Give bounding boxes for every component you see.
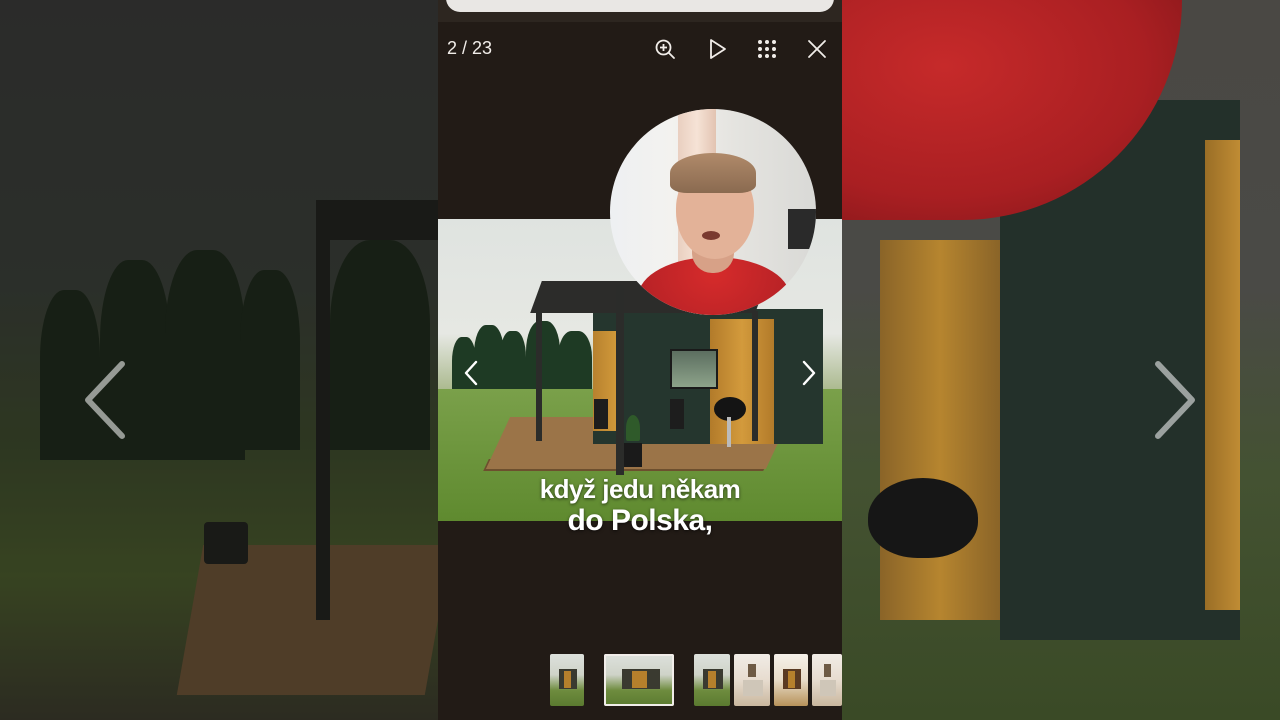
thumbnail-strip: [438, 654, 842, 708]
subtitle-line-2: do Polska,: [567, 504, 713, 537]
photo-tree: [500, 331, 526, 397]
thumbnail[interactable]: [550, 654, 584, 706]
photo-grill-leg: [727, 417, 731, 447]
image-counter: 2 / 23: [447, 38, 493, 58]
thumbnail[interactable]: [734, 654, 770, 706]
thumbnail[interactable]: [774, 654, 808, 706]
photo-tree: [558, 331, 592, 397]
webcam-overlay: [610, 109, 816, 315]
photo-cabin-window: [670, 349, 718, 389]
grid-view-button[interactable]: [742, 34, 792, 64]
image-viewer-panel: 2 / 23 když jedu někam do Polska,: [438, 0, 842, 720]
background-chevron-left-icon: [82, 360, 128, 440]
photo-pergola-post: [536, 311, 542, 441]
background-chevron-right-icon: [1152, 360, 1198, 440]
chevron-left-icon: [464, 360, 478, 386]
chevron-right-icon: [802, 360, 816, 386]
photo-tree: [526, 321, 560, 397]
close-button[interactable]: [792, 34, 842, 64]
photo-pergola-post: [752, 311, 758, 441]
photo-pot: [624, 443, 642, 467]
grid-icon: [758, 40, 776, 58]
play-icon: [710, 39, 726, 59]
photo-plant: [626, 415, 640, 441]
thumbnail-selected[interactable]: [604, 654, 674, 706]
thumbnail[interactable]: [812, 654, 842, 706]
subtitle-line-1: když jedu někam: [539, 474, 741, 504]
browser-address-bar[interactable]: [446, 0, 834, 12]
prev-image-button[interactable]: [456, 358, 486, 388]
photo-chair: [594, 399, 608, 429]
background-cabin-wood: [880, 240, 1000, 620]
photo-cabin-wood: [710, 319, 774, 444]
viewer-toolbar: [640, 34, 842, 64]
background-cabin-wood: [1205, 140, 1240, 610]
close-icon: [808, 40, 826, 58]
next-image-button[interactable]: [794, 358, 824, 388]
slideshow-button[interactable]: [692, 34, 742, 64]
zoom-button[interactable]: [640, 34, 690, 64]
background-left: [0, 0, 438, 720]
photo-pergola-post: [616, 285, 624, 475]
zoom-in-icon: [655, 39, 675, 59]
background-grill: [868, 478, 978, 558]
thumbnail[interactable]: [694, 654, 730, 706]
photo-chair: [670, 399, 684, 429]
